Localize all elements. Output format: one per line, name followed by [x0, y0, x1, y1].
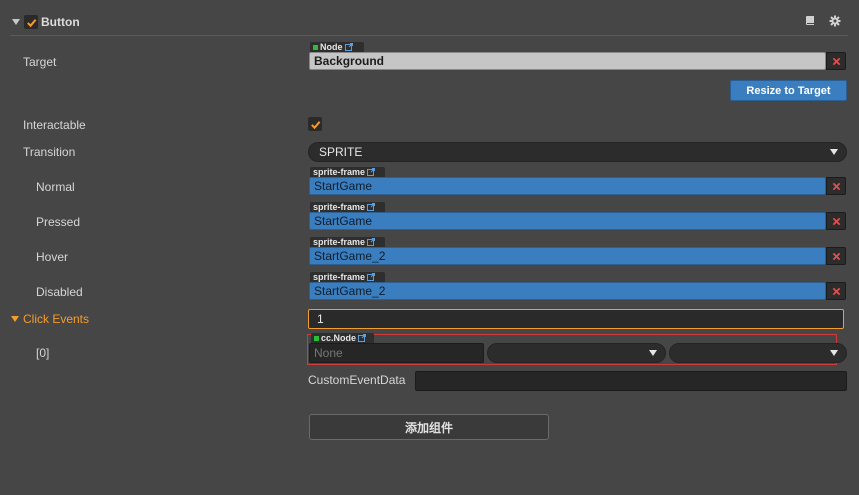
- interactable-label: Interactable: [23, 118, 86, 132]
- header-divider: [10, 35, 848, 36]
- sprite-frame-type-tag: sprite-frame: [310, 272, 385, 282]
- target-field[interactable]: Background: [309, 52, 826, 70]
- target-clear-button[interactable]: [826, 52, 846, 70]
- pressed-sprite-field[interactable]: StartGame: [309, 212, 826, 230]
- chevron-down-icon: [830, 149, 838, 155]
- open-external-icon: [367, 203, 376, 211]
- disabled-sprite-field[interactable]: StartGame_2: [309, 282, 826, 300]
- open-external-icon: [358, 334, 367, 342]
- open-external-icon: [367, 168, 376, 176]
- custom-event-data-label: CustomEventData: [308, 373, 406, 387]
- chevron-down-icon: [649, 350, 657, 356]
- interactable-checkbox[interactable]: [308, 117, 322, 131]
- normal-sprite-field[interactable]: StartGame: [309, 177, 826, 195]
- close-icon: [832, 217, 840, 225]
- add-component-button[interactable]: 添加组件: [309, 414, 549, 440]
- close-icon: [832, 57, 840, 65]
- check-icon: [310, 120, 320, 129]
- click-events-count-input[interactable]: 1: [308, 309, 844, 329]
- sprite-frame-type-tag: sprite-frame: [310, 167, 385, 177]
- click-events-collapse-icon[interactable]: [11, 316, 19, 322]
- cc-node-type-tag: cc.Node: [311, 333, 374, 343]
- hover-clear-button[interactable]: [826, 247, 846, 265]
- disabled-clear-button[interactable]: [826, 282, 846, 300]
- transition-label: Transition: [23, 145, 76, 159]
- state-label-normal: Normal: [36, 180, 75, 194]
- custom-event-data-input[interactable]: [415, 371, 847, 391]
- collapse-arrow-icon[interactable]: [12, 19, 20, 25]
- event-component-select[interactable]: [487, 343, 666, 363]
- transition-select[interactable]: SPRITE: [308, 142, 847, 162]
- open-external-icon: [344, 43, 353, 51]
- normal-clear-button[interactable]: [826, 177, 846, 195]
- state-label-pressed: Pressed: [36, 215, 81, 229]
- resize-to-target-button[interactable]: Resize to Target: [730, 80, 847, 101]
- event-index-label: [0]: [36, 346, 50, 360]
- node-type-dot: [313, 44, 318, 50]
- transition-value: SPRITE: [319, 145, 363, 159]
- click-events-label: Click Events: [23, 312, 90, 326]
- sprite-frame-type-tag: sprite-frame: [310, 237, 385, 247]
- gear-icon[interactable]: [829, 15, 841, 27]
- state-label-disabled: Disabled: [36, 285, 83, 299]
- chevron-down-icon: [830, 350, 838, 356]
- book-icon[interactable]: [804, 15, 816, 27]
- pressed-clear-button[interactable]: [826, 212, 846, 230]
- target-type-tag: Node: [310, 42, 364, 52]
- close-icon: [832, 182, 840, 190]
- sprite-frame-type-tag: sprite-frame: [310, 202, 385, 212]
- check-icon: [26, 18, 36, 27]
- state-label-hover: Hover: [36, 250, 69, 264]
- open-external-icon: [367, 238, 376, 246]
- component-title: Button: [41, 15, 80, 29]
- component-enabled-checkbox[interactable]: [24, 15, 38, 29]
- close-icon: [832, 287, 840, 295]
- open-external-icon: [367, 273, 376, 281]
- close-icon: [832, 252, 840, 260]
- event-handler-select[interactable]: [669, 343, 847, 363]
- hover-sprite-field[interactable]: StartGame_2: [309, 247, 826, 265]
- node-type-dot: [314, 335, 319, 341]
- event-target-node-field[interactable]: None: [309, 343, 484, 363]
- target-label: Target: [23, 55, 57, 69]
